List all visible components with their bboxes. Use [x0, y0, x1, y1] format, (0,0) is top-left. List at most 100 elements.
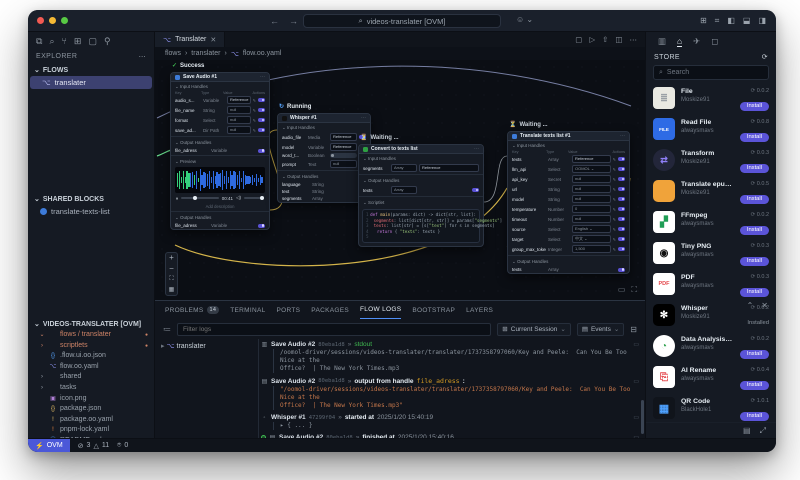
- edit-icon[interactable]: ✎: [613, 217, 616, 222]
- audio-player[interactable]: ⏸ 00:41 ◁): [171, 194, 269, 202]
- node-convert-to-texts-list[interactable]: Convert to texts list ⋯ ⌄ Input Handles …: [358, 144, 502, 247]
- handle-toggle[interactable]: [618, 227, 625, 231]
- more-actions-icon[interactable]: ⋯: [139, 53, 146, 61]
- input-handle-row[interactable]: save_ad... Dir Path null ✎: [171, 125, 269, 135]
- maximize-window-button[interactable]: [61, 17, 68, 24]
- remote-ovm-badge[interactable]: ⚡ OVM: [28, 438, 70, 452]
- toggle-sidebar-icon[interactable]: ◧: [727, 16, 735, 26]
- store-item[interactable]: ▞ FFmpeg alwaysmavs ⟳ 0.0.2 Install: [646, 208, 776, 239]
- node-whisper-1[interactable]: Whisper #1 ⋯ ⌄ Input Handles audio_file …: [277, 113, 371, 203]
- output-handle-row[interactable]: segments Array: [278, 195, 370, 202]
- install-button[interactable]: Install: [739, 194, 769, 204]
- edit-icon[interactable]: ✎: [613, 167, 616, 172]
- input-handle-row[interactable]: file_name String null ✎: [171, 105, 269, 115]
- node-more-icon[interactable]: ⋯: [361, 115, 366, 121]
- zoom-in-button[interactable]: +: [169, 253, 174, 264]
- edit-icon[interactable]: ✎: [613, 227, 616, 232]
- install-button[interactable]: Install: [739, 225, 769, 235]
- remote-icon[interactable]: ⚲: [104, 36, 111, 47]
- input-handle-row[interactable]: texts Array Reference ✎: [508, 154, 629, 164]
- flow-canvas[interactable]: ✓ Success Save Audio #1 ⋯ ⌄ Input Handle…: [155, 60, 645, 300]
- filter-list-icon[interactable]: ≔: [163, 325, 171, 334]
- store-item[interactable]: ▦ QR Code BlackHole1 ⟳ 1.0.1 Install: [646, 394, 776, 422]
- publish-icon[interactable]: ⇧: [602, 35, 608, 44]
- handle-toggle[interactable]: [618, 207, 625, 211]
- store-item[interactable]: ⇄ Transform Moskize91 ⟳ 0.0.3 Install: [646, 146, 776, 177]
- breadcrumb-flows[interactable]: flows: [165, 50, 181, 57]
- pause-icon[interactable]: ⏸: [176, 196, 178, 201]
- input-handle-row[interactable]: llm_api Select OOMOL ⌄ ✎: [508, 164, 629, 174]
- file-tree-item[interactable]: ▣ icon.png: [28, 394, 154, 405]
- file-tree-item[interactable]: ! pnpm-lock.yaml: [28, 425, 154, 436]
- panel-tab[interactable]: PACKAGES: [311, 301, 349, 319]
- file-tree-item[interactable]: ⌄ flows / translater ●: [28, 330, 154, 341]
- edit-icon[interactable]: ✎: [613, 247, 616, 252]
- session-select[interactable]: ⊞ Current Session ⌄: [497, 322, 571, 336]
- install-button[interactable]: Install: [739, 411, 769, 421]
- grid-layout-icon[interactable]: ⌗: [715, 16, 720, 26]
- deploy-icon[interactable]: ✈: [693, 36, 700, 47]
- panel-tab[interactable]: TERMINAL: [230, 301, 265, 319]
- command-center-search[interactable]: ⌕ videos-translater [OVM]: [303, 14, 501, 28]
- window-icon[interactable]: ▢: [88, 36, 97, 47]
- file-tree-item[interactable]: {} package.json: [28, 404, 154, 415]
- edit-icon[interactable]: ✎: [613, 187, 616, 192]
- comment-icon[interactable]: ▭: [633, 341, 639, 348]
- layout-grid-button[interactable]: ▦: [169, 285, 175, 296]
- shared-blocks-section-header[interactable]: ⌄ SHARED BLOCKS: [28, 193, 154, 205]
- store-item[interactable]: ⎘ AI Rename alwaysmavs ⟳ 0.0.4 Install: [646, 363, 776, 394]
- node-save-audio-1[interactable]: Save Audio #1 ⋯ ⌄ Input Handles Key Type V…: [170, 72, 270, 230]
- input-handle-row[interactable]: api_key Secret null ✎: [508, 174, 629, 184]
- fullscreen-icon[interactable]: ⛶: [631, 285, 637, 295]
- history-back-icon[interactable]: ←: [270, 16, 279, 26]
- panel-tab[interactable]: PORTS: [277, 301, 301, 319]
- handle-toggle[interactable]: [618, 247, 625, 251]
- output-handle-row[interactable]: text String: [278, 188, 370, 195]
- install-button[interactable]: Install: [739, 256, 769, 266]
- breadcrumb-translater[interactable]: translater: [191, 50, 220, 57]
- input-handle-row[interactable]: model Variable Reference: [278, 142, 370, 152]
- comment-icon[interactable]: ▭: [633, 414, 639, 421]
- input-handle-row[interactable]: word_t... Boolean: [278, 152, 370, 159]
- search-icon[interactable]: ⌕: [49, 36, 54, 47]
- minimize-window-button[interactable]: [49, 17, 56, 24]
- handle-toggle[interactable]: [258, 108, 265, 112]
- handle-toggle[interactable]: [258, 118, 265, 122]
- log-row[interactable]: ▤ Save Audio #2 80eba1d8 » output from h…: [261, 376, 641, 413]
- handle-toggle[interactable]: [618, 217, 625, 221]
- node-translate-texts-list-1[interactable]: Translate texts list #1 ⋯ ⌄ Input Handle…: [507, 131, 630, 274]
- input-handle-row[interactable]: model String null ✎: [508, 194, 629, 204]
- files-icon[interactable]: ⧉: [36, 36, 42, 47]
- file-tree-item[interactable]: ⌥ flow.oo.yaml: [28, 362, 154, 373]
- refresh-icon[interactable]: ⟳: [762, 53, 768, 61]
- panel-scrollbar[interactable]: [641, 400, 644, 434]
- panel-tab[interactable]: BOOTSTRAP: [412, 301, 455, 319]
- sidebar-item-translate-texts-list[interactable]: translate-texts-list: [28, 205, 154, 218]
- file-tree-item[interactable]: ! package.oo.yaml: [28, 415, 154, 426]
- extensions-icon[interactable]: ⊞: [74, 36, 82, 47]
- handle-toggle[interactable]: [258, 223, 265, 228]
- close-window-button[interactable]: [37, 17, 44, 24]
- more-actions-icon[interactable]: ⋯: [630, 35, 638, 44]
- install-button[interactable]: Install: [739, 287, 769, 297]
- input-handle-row[interactable]: prompt Text null: [278, 159, 370, 169]
- input-handle-row[interactable]: url String null ✎: [508, 184, 629, 194]
- chat-icon[interactable]: ◻: [711, 36, 718, 47]
- maximize-panel-icon[interactable]: ⌃: [747, 301, 754, 310]
- input-handle-row[interactable]: segments Array Reference: [359, 163, 483, 173]
- input-handle-row[interactable]: audio_s... Variable Reference ✎: [171, 95, 269, 105]
- output-handle-row[interactable]: language String: [278, 181, 370, 188]
- handle-toggle[interactable]: [618, 177, 625, 181]
- close-tab-icon[interactable]: ✕: [210, 36, 216, 44]
- output-handle-row[interactable]: texts Array: [508, 266, 629, 273]
- output-handle-row[interactable]: file_adress Variable: [171, 222, 269, 229]
- handle-toggle[interactable]: [618, 267, 625, 272]
- store-icon[interactable]: ⌂: [677, 36, 683, 47]
- handle-toggle[interactable]: [258, 98, 265, 102]
- install-button[interactable]: Install: [739, 163, 769, 173]
- volume-icon[interactable]: ◁): [236, 195, 241, 201]
- input-handle-row[interactable]: temperature Number 0 ✎: [508, 204, 629, 214]
- file-tree-item[interactable]: › shared: [28, 372, 154, 383]
- edit-icon[interactable]: ✎: [613, 157, 616, 162]
- edit-icon[interactable]: ✎: [253, 98, 256, 103]
